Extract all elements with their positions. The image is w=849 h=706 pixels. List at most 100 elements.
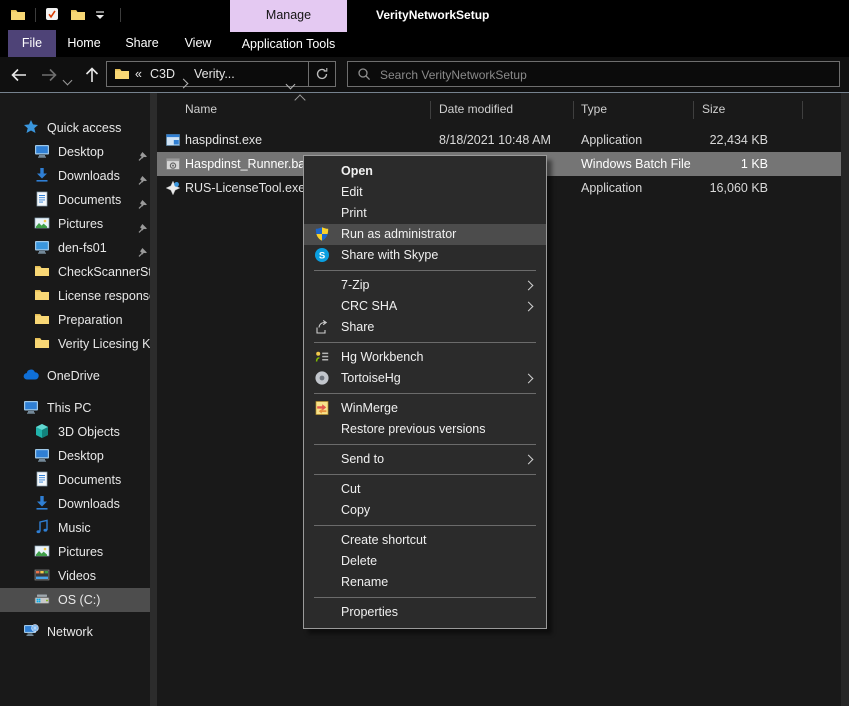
context-menu-item-copy[interactable]: Copy xyxy=(304,500,546,521)
context-menu-item-open[interactable]: Open xyxy=(304,161,546,182)
download-icon xyxy=(34,167,50,183)
sidebar-item-documents[interactable]: Documents xyxy=(0,188,157,212)
winmerge-icon xyxy=(314,400,330,416)
context-menu-item-share[interactable]: Share xyxy=(304,317,546,338)
refresh-button[interactable] xyxy=(308,61,336,87)
sidebar-item-label: Documents xyxy=(58,473,121,487)
forward-button[interactable] xyxy=(40,66,58,84)
file-row-haspdinst-exe[interactable]: haspdinst.exe8/18/2021 10:48 AMApplicati… xyxy=(157,128,841,152)
context-menu-item-rename[interactable]: Rename xyxy=(304,572,546,593)
context-menu-item-winmerge[interactable]: WinMerge xyxy=(304,398,546,419)
sidebar-item-music[interactable]: Music xyxy=(0,516,157,540)
context-menu-item-delete[interactable]: Delete xyxy=(304,551,546,572)
titlebar: Manage VerityNetworkSetup xyxy=(0,0,849,30)
column-header-name[interactable]: Name xyxy=(185,102,217,116)
context-menu-item-run-as-administrator[interactable]: Run as administrator xyxy=(304,224,546,245)
column-divider[interactable] xyxy=(802,101,803,119)
menu-item-label: Properties xyxy=(341,605,398,619)
folder-icon[interactable] xyxy=(10,7,26,23)
column-divider[interactable] xyxy=(430,101,431,119)
menu-item-label: Restore previous versions xyxy=(341,422,486,436)
filepane-scrollbar[interactable] xyxy=(841,93,849,706)
sidebar-item-this-pc[interactable]: This PC xyxy=(0,396,157,420)
sidebar-item-3d-objects[interactable]: 3D Objects xyxy=(0,420,157,444)
breadcrumb-segment[interactable]: C3D xyxy=(150,62,175,86)
sidebar-item-license-responses[interactable]: License responses xyxy=(0,284,157,308)
context-menu-item-share-with-skype[interactable]: SShare with Skype xyxy=(304,245,546,266)
tortoise-icon xyxy=(314,370,330,386)
window-title: VerityNetworkSetup xyxy=(376,0,489,30)
column-header-date-modified[interactable]: Date modified xyxy=(439,102,513,116)
ribbon-tab-application-tools[interactable]: Application Tools xyxy=(230,30,347,57)
sidebar-item-label: den-fs01 xyxy=(58,241,107,255)
network-icon xyxy=(23,623,39,639)
context-menu-item-edit[interactable]: Edit xyxy=(304,182,546,203)
ribbon-tab-manage[interactable]: Manage xyxy=(230,0,347,30)
sidebar-item-verity-licesing-kb[interactable]: Verity Licesing KB xyxy=(0,332,157,356)
back-button[interactable] xyxy=(10,66,28,84)
sidebar-item-label: Pictures xyxy=(58,545,103,559)
context-menu-item-tortoisehg[interactable]: TortoiseHg xyxy=(304,368,546,389)
sidebar-item-desktop[interactable]: Desktop xyxy=(0,444,157,468)
ribbon-tab-home[interactable]: Home xyxy=(60,30,108,57)
sidebar-item-desktop[interactable]: Desktop xyxy=(0,140,157,164)
qat-dropdown-icon[interactable] xyxy=(95,7,111,23)
up-button[interactable] xyxy=(83,66,101,84)
breadcrumb-segment[interactable]: Verity... xyxy=(194,62,235,86)
menu-item-label: Hg Workbench xyxy=(341,350,423,364)
context-menu-item-print[interactable]: Print xyxy=(304,203,546,224)
file-name: RUS-LicenseTool.exe xyxy=(185,176,305,200)
menu-item-label: Print xyxy=(341,206,367,220)
context-menu-item-properties[interactable]: Properties xyxy=(304,602,546,623)
column-header-type[interactable]: Type xyxy=(581,102,607,116)
sidebar-item-quick-access[interactable]: Quick access xyxy=(0,116,157,140)
ribbon-tab-share[interactable]: Share xyxy=(118,30,166,57)
batch-icon xyxy=(165,156,181,172)
ribbon-tab-view[interactable]: View xyxy=(176,30,220,57)
column-divider[interactable] xyxy=(693,101,694,119)
pin-icon xyxy=(137,146,149,158)
sidebar-item-preparation[interactable]: Preparation xyxy=(0,308,157,332)
context-menu-item-restore-previous-versions[interactable]: Restore previous versions xyxy=(304,419,546,440)
folder-icon[interactable] xyxy=(70,7,86,23)
explorer-window: Manage VerityNetworkSetup Application To… xyxy=(0,0,849,706)
sidebar-scrollbar[interactable] xyxy=(150,93,157,706)
sidebar-item-os-c[interactable]: OS (C:) xyxy=(0,588,157,612)
address-bar[interactable]: « C3D Verity... xyxy=(106,61,308,87)
sidebar-item-checkscannerstatus[interactable]: CheckScannerStatus xyxy=(0,260,157,284)
quick-access-toolbar xyxy=(10,7,121,23)
context-menu-item-7-zip[interactable]: 7-Zip xyxy=(304,275,546,296)
star-icon xyxy=(23,119,39,135)
recent-locations-dropdown-icon[interactable] xyxy=(64,71,82,89)
search-input[interactable] xyxy=(378,63,832,87)
context-menu-item-cut[interactable]: Cut xyxy=(304,479,546,500)
sidebar-item-videos[interactable]: Videos xyxy=(0,564,157,588)
sidebar-item-pictures[interactable]: Pictures xyxy=(0,540,157,564)
checked-box-icon[interactable] xyxy=(45,7,61,23)
sidebar-item-den-fs01[interactable]: den-fs01 xyxy=(0,236,157,260)
breadcrumb-collapsed[interactable]: « xyxy=(135,62,142,86)
pin-icon xyxy=(137,194,149,206)
context-menu-item-hg-workbench[interactable]: Hg Workbench xyxy=(304,347,546,368)
context-menu-item-crc-sha[interactable]: CRC SHA xyxy=(304,296,546,317)
sidebar-item-network[interactable]: Network xyxy=(0,620,157,644)
pin-icon xyxy=(137,218,149,230)
column-divider[interactable] xyxy=(573,101,574,119)
sidebar-item-pictures[interactable]: Pictures xyxy=(0,212,157,236)
download-icon xyxy=(34,495,50,511)
column-header-size[interactable]: Size xyxy=(702,102,725,116)
monitor-icon xyxy=(23,399,39,415)
folder-icon xyxy=(34,263,50,279)
navigation-bar: « C3D Verity... xyxy=(0,57,849,93)
sidebar-item-label: Documents xyxy=(58,193,121,207)
context-menu-item-create-shortcut[interactable]: Create shortcut xyxy=(304,530,546,551)
context-menu-item-send-to[interactable]: Send to xyxy=(304,449,546,470)
sidebar-item-downloads[interactable]: Downloads xyxy=(0,492,157,516)
app-window-icon xyxy=(165,132,181,148)
sidebar-item-onedrive[interactable]: OneDrive xyxy=(0,364,157,388)
sidebar-item-label: Verity Licesing KB xyxy=(58,337,157,351)
sidebar-item-documents[interactable]: Documents xyxy=(0,468,157,492)
sidebar-item-downloads[interactable]: Downloads xyxy=(0,164,157,188)
submenu-arrow-icon xyxy=(524,302,534,312)
ribbon-tab-file[interactable]: File xyxy=(8,30,56,57)
